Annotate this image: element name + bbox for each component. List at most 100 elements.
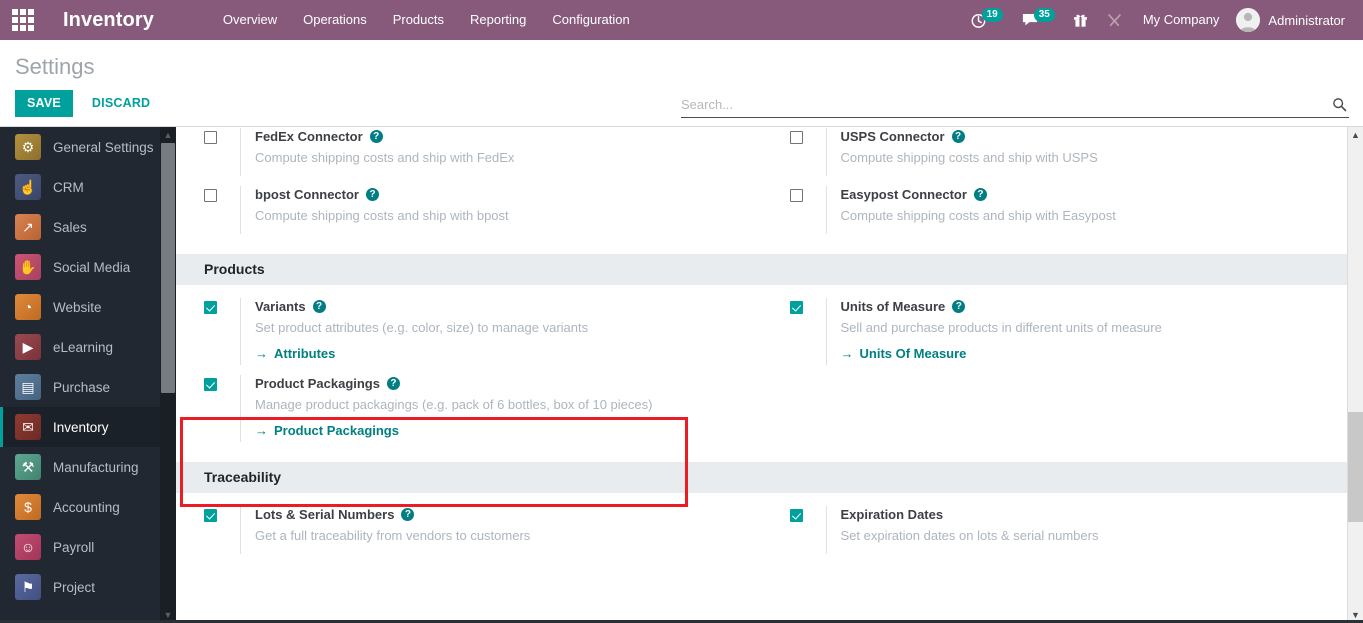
setting-rows: Variants? Set product attributes (e.g. co… <box>176 285 1347 462</box>
invoice-icon: $ <box>15 494 41 520</box>
help-question-icon[interactable]: ? <box>386 377 400 390</box>
company-switcher[interactable]: My Company <box>1132 0 1231 40</box>
settings-block-title: Traceability <box>176 462 1347 493</box>
chart-line-icon: ↗ <box>15 214 41 240</box>
gear-icon: ⚙ <box>15 134 41 160</box>
developer-tools-button[interactable] <box>1097 0 1132 40</box>
sidebar-item-sales[interactable]: ↗ Sales <box>0 207 176 247</box>
sidebar-item-project[interactable]: ⚑ Project <box>0 567 176 607</box>
sidebar-item-manufacturing[interactable]: ⚒ Manufacturing <box>0 447 176 487</box>
checkbox-wrapper <box>204 128 240 176</box>
setting-rows: FedEx Connector? Compute shipping costs a… <box>176 127 1347 254</box>
content-scrollbar-thumb[interactable] <box>1348 412 1363 522</box>
setting-body: USPS Connector? Compute shipping costs an… <box>825 128 1330 176</box>
user-menu[interactable]: Administrator <box>1230 0 1355 40</box>
setting-body: Variants? Set product attributes (e.g. co… <box>240 298 744 365</box>
help-question-icon[interactable]: ? <box>312 300 326 313</box>
checkbox-product-packagings[interactable] <box>204 378 217 391</box>
help-question-icon[interactable]: ? <box>951 130 965 143</box>
checkbox-lots-serial-numbers[interactable] <box>204 509 217 522</box>
content-scroll-up-icon[interactable]: ▲ <box>1348 127 1363 143</box>
setting-title: Variants? <box>255 298 744 315</box>
content-scrollbar[interactable]: ▲ ▼ <box>1347 127 1363 623</box>
setting-link-units-of-measure[interactable]: → Units Of Measure <box>841 346 967 361</box>
setting-link-variants[interactable]: → Attributes <box>255 346 335 361</box>
sidebar-item-label: Purchase <box>53 379 111 395</box>
app-brand-title[interactable]: Inventory <box>63 9 154 32</box>
setting-link-label: Product Packagings <box>274 423 399 438</box>
checkbox-units-of-measure[interactable] <box>789 301 803 314</box>
setting-easypost-connector: Easypost Connector? Compute shipping cost… <box>762 186 1348 234</box>
checkbox-wrapper <box>204 186 240 234</box>
arrow-right-icon: → <box>840 346 854 361</box>
help-question-icon[interactable]: ? <box>952 300 966 313</box>
wrench-icon: ⚒ <box>15 454 41 480</box>
setting-description: Sell and purchase products in different … <box>840 320 1162 335</box>
checkbox-variants[interactable] <box>204 301 217 314</box>
save-button[interactable]: SAVE <box>15 90 73 117</box>
setting-title: bpost Connector? <box>255 186 744 203</box>
person-id-icon: ☺ <box>15 534 41 560</box>
gift-icon <box>1073 12 1088 28</box>
sidebar-item-purchase[interactable]: ▤ Purchase <box>0 367 176 407</box>
checkbox-easypost-connector[interactable] <box>789 189 803 202</box>
sidebar-item-label: Website <box>53 299 102 315</box>
sidebar-scroll-up-icon[interactable]: ▲ <box>160 127 176 143</box>
setting-title: Easypost Connector? <box>841 186 1330 203</box>
setting-body: Product Packagings? Manage product packag… <box>240 375 744 442</box>
discard-button[interactable]: DISCARD <box>82 91 160 116</box>
help-question-icon[interactable]: ? <box>369 130 383 143</box>
sidebar-item-payroll[interactable]: ☺ Payroll <box>0 527 176 567</box>
sidebar-item-label: Payroll <box>53 539 95 555</box>
sidebar-item-elearning[interactable]: ▶ eLearning <box>0 327 176 367</box>
setting-title-text: Lots & Serial Numbers <box>255 507 395 522</box>
setting-link-product-packagings[interactable]: → Product Packagings <box>255 423 399 438</box>
help-question-icon[interactable]: ? <box>366 188 379 201</box>
sidebar-item-accounting[interactable]: $ Accounting <box>0 487 176 527</box>
arrow-right-icon: → <box>255 346 268 361</box>
sidebar-item-social-media[interactable]: ✋ Social Media <box>0 247 176 287</box>
arrow-right-icon: → <box>255 423 268 438</box>
menu-item-reporting[interactable]: Reporting <box>457 0 539 40</box>
checkbox-expiration-dates[interactable] <box>789 509 803 522</box>
setting-title-text: Units of Measure <box>840 299 946 314</box>
setting-title: Units of Measure? <box>841 298 1330 315</box>
sidebar-item-label: CRM <box>53 179 84 195</box>
help-question-icon[interactable]: ? <box>401 508 415 521</box>
checkbox-bpost-connector[interactable] <box>204 189 217 202</box>
sidebar-item-website[interactable]: ◔ Website <box>0 287 176 327</box>
control-panel: Settings SAVE DISCARD <box>0 40 1363 127</box>
sidebar-scrollbar[interactable]: ▲ ▼ <box>160 127 176 623</box>
menu-item-operations[interactable]: Operations <box>290 0 380 40</box>
menu-item-overview[interactable]: Overview <box>210 0 290 40</box>
breadcrumb[interactable]: Settings <box>15 54 95 80</box>
setting-title: Lots & Serial Numbers? <box>255 506 744 523</box>
sidebar-item-general-settings[interactable]: ⚙ General Settings <box>0 127 176 167</box>
help-question-icon[interactable]: ? <box>973 188 987 201</box>
search-button[interactable] <box>1328 97 1349 112</box>
checkbox-wrapper <box>204 506 240 554</box>
setting-title: USPS Connector? <box>841 128 1330 145</box>
sidebar-item-inventory[interactable]: ✉ Inventory <box>0 407 176 447</box>
sidebar-item-crm[interactable]: ☝ CRM <box>0 167 176 207</box>
activities-menu[interactable]: 19 <box>961 0 1012 40</box>
control-panel-buttons: SAVE DISCARD <box>15 90 160 117</box>
setting-description: Compute shipping costs and ship with USP… <box>840 150 1098 165</box>
video-icon: ▶ <box>15 334 41 360</box>
user-name-label: Administrator <box>1268 12 1345 28</box>
sidebar-scrollbar-thumb[interactable] <box>161 143 175 393</box>
menu-item-configuration[interactable]: Configuration <box>539 0 642 40</box>
thumbs-up-icon: ✋ <box>15 254 41 280</box>
messages-menu[interactable]: 35 <box>1012 0 1064 40</box>
apps-menu-button[interactable] <box>0 0 46 40</box>
setting-body: Lots & Serial Numbers? Get a full traceab… <box>240 506 744 554</box>
settings-block-products: Products Variants? Set product attributes … <box>176 254 1347 462</box>
menu-item-products[interactable]: Products <box>380 0 457 40</box>
sidebar-item-label: Social Media <box>53 259 131 275</box>
search-input[interactable] <box>681 97 1328 112</box>
enterprise-gift-button[interactable] <box>1064 0 1097 40</box>
checkbox-usps-connector[interactable] <box>789 131 803 144</box>
systray: 19 35 My Company Administrator <box>961 0 1363 40</box>
checkbox-fedex-connector[interactable] <box>204 131 217 144</box>
messages-count-badge: 35 <box>1033 8 1055 22</box>
